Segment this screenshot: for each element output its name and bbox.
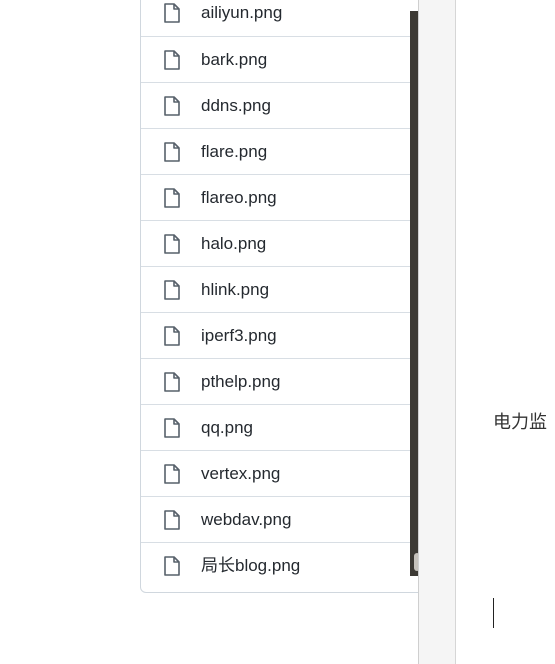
- file-name-link[interactable]: halo.png: [201, 234, 266, 254]
- file-list: ailiyun.png bark.png ddns.png flare.png …: [140, 0, 430, 593]
- file-row[interactable]: bark.png: [141, 36, 430, 82]
- file-icon: [164, 50, 180, 70]
- file-icon: [164, 3, 180, 23]
- file-icon: [164, 372, 180, 392]
- file-name-link[interactable]: vertex.png: [201, 464, 280, 484]
- panel-text: 电力监: [493, 412, 547, 432]
- file-name-link[interactable]: ddns.png: [201, 96, 271, 116]
- file-name-link[interactable]: webdav.png: [201, 510, 291, 530]
- file-name-link[interactable]: qq.png: [201, 418, 253, 438]
- file-icon: [164, 326, 180, 346]
- file-name-link[interactable]: iperf3.png: [201, 326, 277, 346]
- file-icon: [164, 280, 180, 300]
- file-icon: [164, 464, 180, 484]
- overlay-content: [455, 0, 555, 664]
- file-row[interactable]: qq.png: [141, 404, 430, 450]
- file-row[interactable]: 局长blog.png: [141, 542, 430, 588]
- file-row[interactable]: halo.png: [141, 220, 430, 266]
- file-icon: [164, 234, 180, 254]
- file-row[interactable]: flareo.png: [141, 174, 430, 220]
- file-name-link[interactable]: hlink.png: [201, 280, 269, 300]
- file-row[interactable]: hlink.png: [141, 266, 430, 312]
- file-name-link[interactable]: flare.png: [201, 142, 267, 162]
- file-icon: [164, 418, 180, 438]
- file-icon: [164, 510, 180, 530]
- file-name-link[interactable]: ailiyun.png: [201, 3, 282, 23]
- file-row[interactable]: pthelp.png: [141, 358, 430, 404]
- file-icon: [164, 188, 180, 208]
- file-row[interactable]: vertex.png: [141, 450, 430, 496]
- file-name-link[interactable]: 局长blog.png: [201, 556, 300, 576]
- file-name-link[interactable]: bark.png: [201, 50, 267, 70]
- text-cursor: [493, 598, 494, 628]
- file-row[interactable]: ddns.png: [141, 82, 430, 128]
- file-name-link[interactable]: pthelp.png: [201, 372, 280, 392]
- file-name-link[interactable]: flareo.png: [201, 188, 277, 208]
- file-row[interactable]: webdav.png: [141, 496, 430, 542]
- file-icon: [164, 556, 180, 576]
- file-icon: [164, 142, 180, 162]
- file-row[interactable]: flare.png: [141, 128, 430, 174]
- file-icon: [164, 96, 180, 116]
- file-row[interactable]: iperf3.png: [141, 312, 430, 358]
- file-row[interactable]: ailiyun.png: [141, 0, 430, 36]
